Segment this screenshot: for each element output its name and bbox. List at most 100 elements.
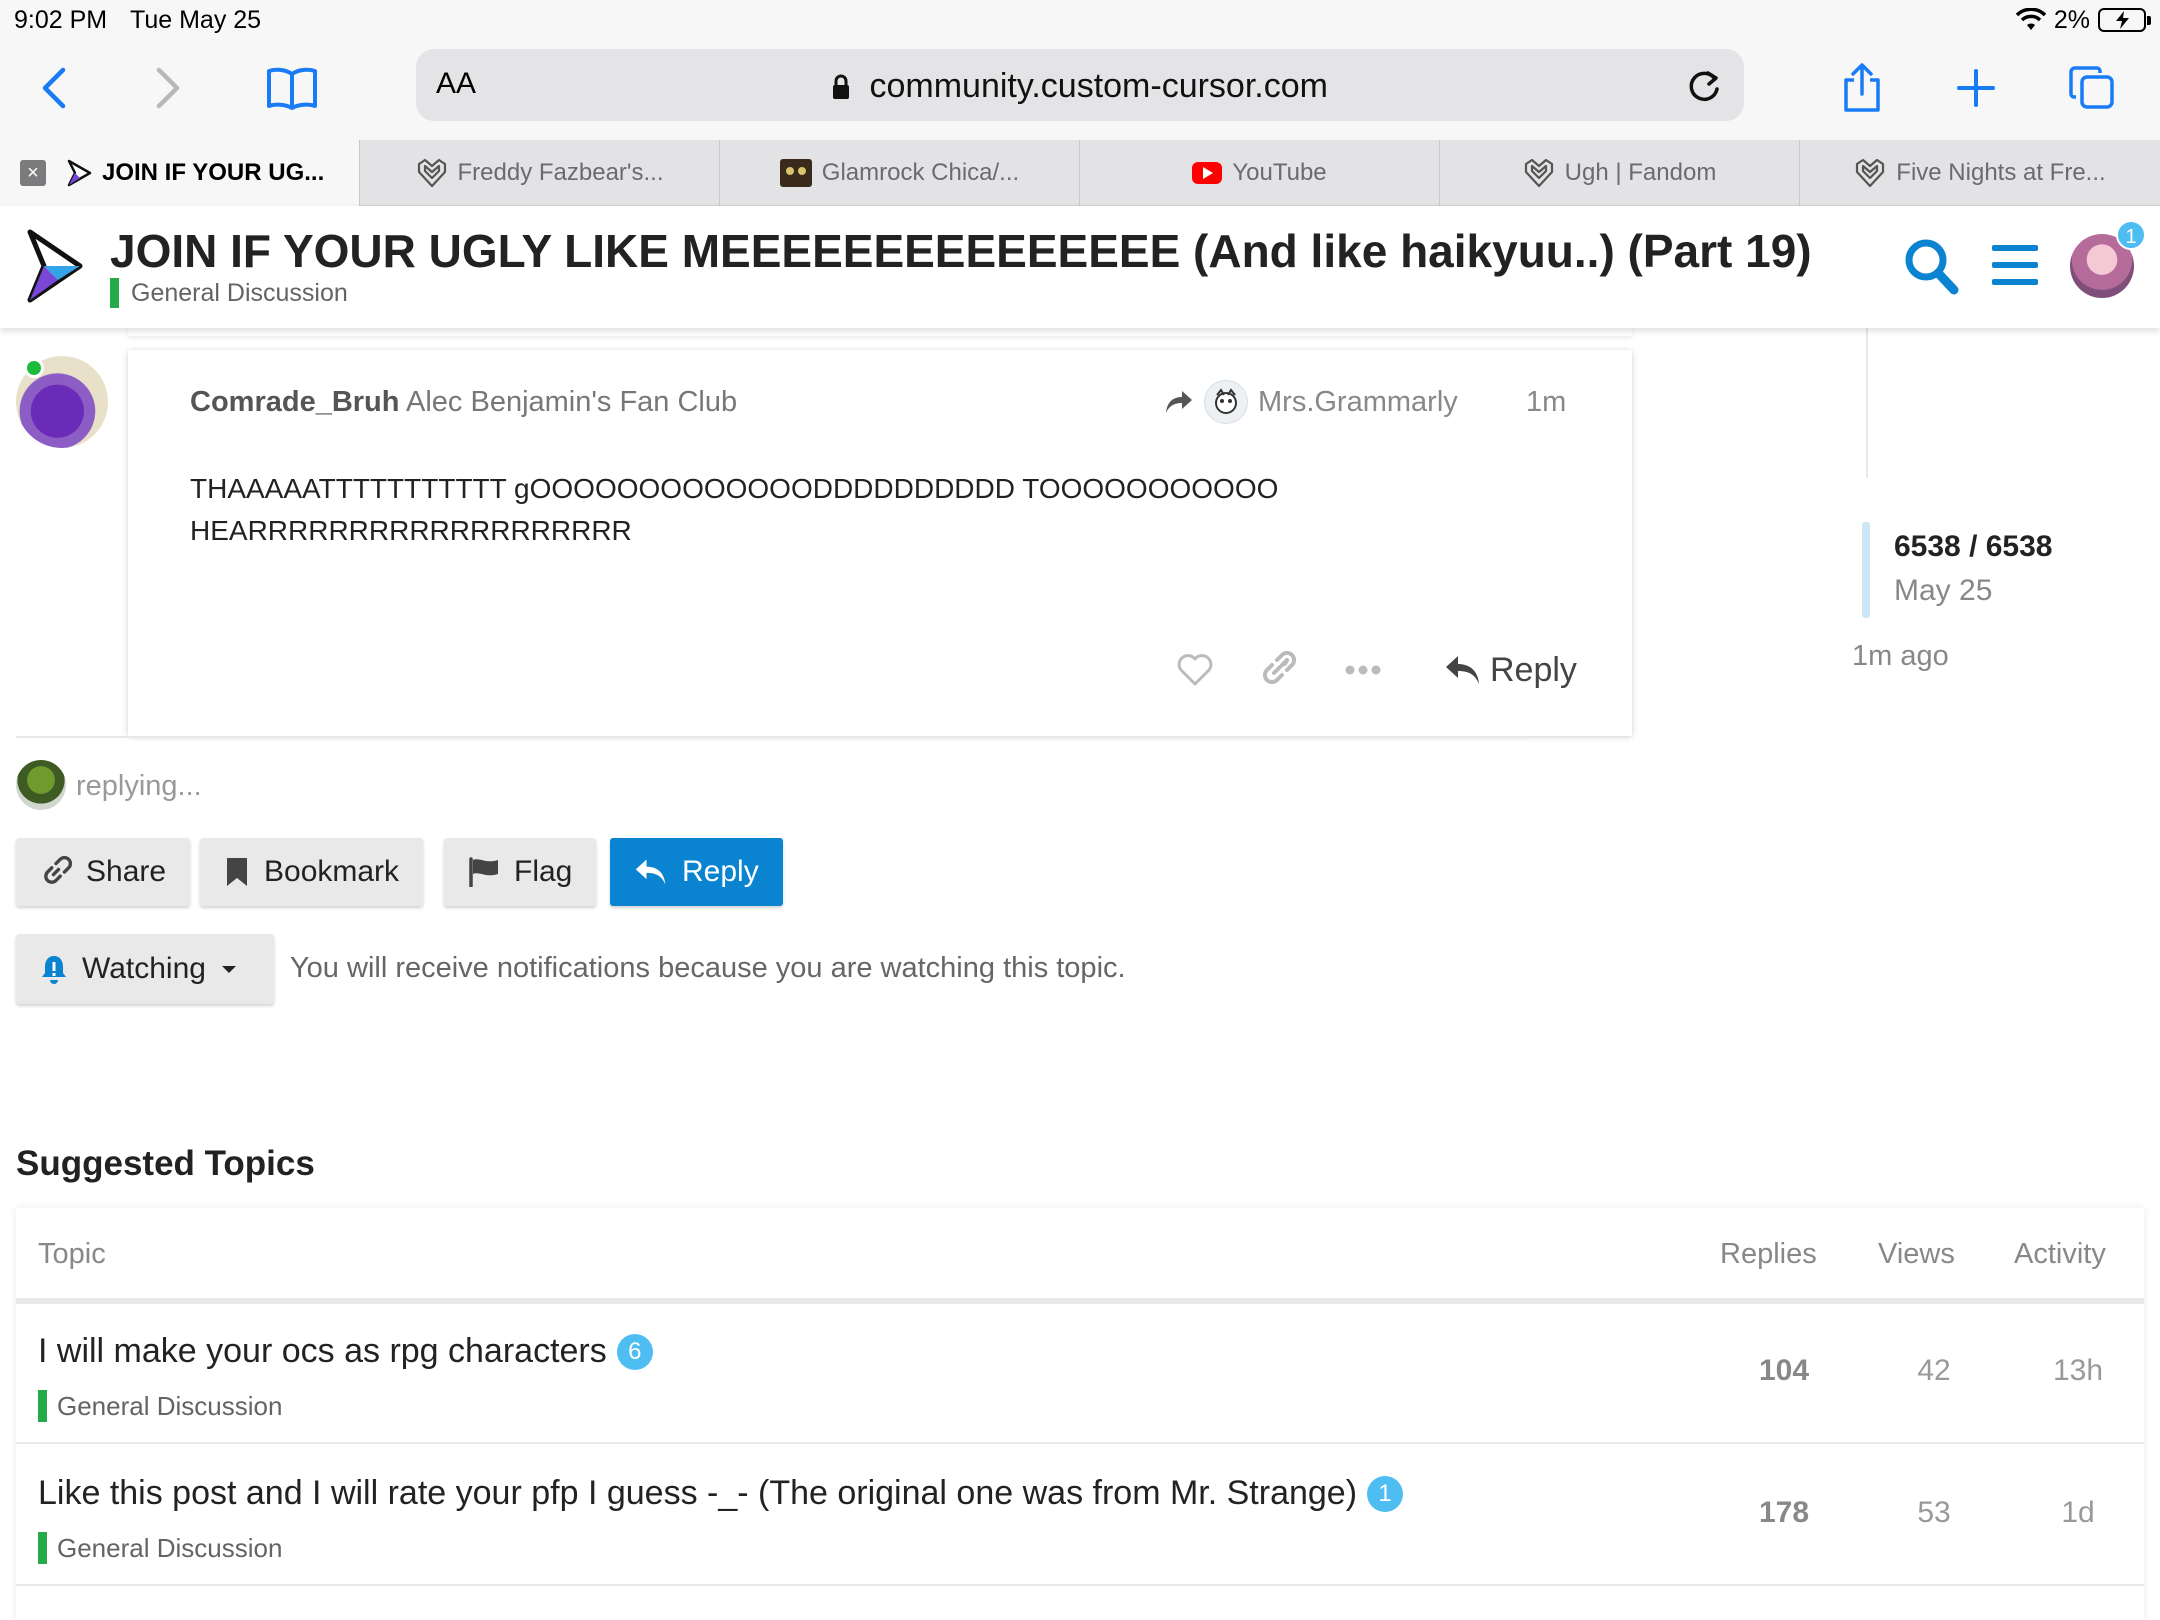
topic-row: Like this post and I will rate your pfp …	[16, 1446, 2144, 1586]
tab-youtube[interactable]: YouTube	[1080, 140, 1440, 206]
ellipsis-icon	[1345, 665, 1381, 675]
battery-percent: 2%	[2053, 5, 2090, 34]
tab-label: YouTube	[1232, 159, 1327, 186]
timeline-track	[1866, 328, 1868, 478]
post-reply-button[interactable]: Reply	[1444, 640, 1577, 700]
post-divider	[16, 736, 1531, 738]
flag-button[interactable]: Flag	[444, 838, 597, 906]
status-right: 2%	[2015, 4, 2151, 36]
notification-reason: You will receive notifications because y…	[290, 952, 1126, 984]
topic-title-text: Like this post and I will rate your pfp …	[38, 1474, 1358, 1512]
topic-link[interactable]: Like this post and I will rate your pfp …	[38, 1474, 1404, 1513]
address-bar[interactable]: AA community.custom-cursor.com	[416, 49, 1744, 121]
topic-reply-button[interactable]: Reply	[610, 838, 783, 906]
column-header-views[interactable]: Views	[1878, 1238, 1955, 1271]
tab-strip: × JOIN IF YOUR UG... Freddy Fazbear's...…	[0, 140, 2160, 206]
tab-freddy-fazbear[interactable]: Freddy Fazbear's...	[360, 140, 720, 206]
reload-icon[interactable]	[1684, 65, 1724, 105]
topic-category[interactable]: General Discussion	[38, 1532, 282, 1564]
bell-warning-icon	[42, 956, 66, 984]
new-tab-plus-icon[interactable]	[1946, 58, 2006, 118]
link-icon	[44, 856, 72, 884]
topic-views: 42	[1917, 1354, 1951, 1387]
notification-level-dropdown[interactable]: Watching	[16, 934, 274, 1004]
status-time: 9:02 PM	[14, 6, 108, 34]
post-user-flair: Alec Benjamin's Fan Club	[406, 386, 738, 418]
site-logo-icon[interactable]	[24, 228, 84, 304]
back-chevron-icon[interactable]	[24, 58, 84, 118]
battery-charging-icon	[2098, 8, 2151, 32]
flag-label: Flag	[514, 855, 573, 888]
topic-title[interactable]: JOIN IF YOUR UGLY LIKE MEEEEEEEEEEEEEEE …	[110, 224, 1812, 278]
tab-ugh-fandom[interactable]: Ugh | Fandom	[1440, 140, 1800, 206]
timeline-handle[interactable]	[1862, 522, 1870, 618]
tab-label: Freddy Fazbear's...	[457, 159, 664, 186]
topic-category[interactable]: General Discussion	[110, 278, 348, 308]
timeline-last-activity[interactable]: 1m ago	[1852, 640, 1949, 673]
share-icon[interactable]	[1832, 58, 1892, 118]
heart-icon	[1177, 654, 1213, 686]
copy-link-button[interactable]	[1258, 640, 1296, 700]
bookmarks-book-icon[interactable]	[262, 58, 322, 118]
forward-chevron-icon[interactable]	[138, 58, 198, 118]
tab-label: Five Nights at Fre...	[1896, 159, 2106, 186]
timeline-date: May 25	[1894, 574, 1993, 607]
topic-link[interactable]: I will make your ocs as rpg characters 6	[38, 1332, 653, 1371]
image-favicon-icon	[779, 159, 812, 187]
column-header-topic: Topic	[38, 1238, 106, 1270]
tabs-overview-icon[interactable]	[2062, 58, 2122, 118]
fandom-heart-icon	[1856, 158, 1885, 188]
fandom-heart-icon	[417, 158, 446, 188]
custom-cursor-logo-icon	[67, 159, 92, 187]
post-time[interactable]: 1m	[1526, 386, 1566, 419]
youtube-icon	[1192, 162, 1223, 184]
topic-views: 53	[1917, 1496, 1951, 1529]
wifi-icon	[2015, 8, 2046, 30]
post-card: Comrade_Bruh Alec Benjamin's Fan Club Mr…	[128, 350, 1632, 736]
post-body-line: THAAAAATTTTTTTTTTT gOOOOOOOOOOOOODDDDDDD…	[190, 473, 1279, 504]
url-display[interactable]: community.custom-cursor.com	[416, 67, 1744, 106]
replying-indicator: replying...	[76, 770, 202, 802]
reply-to-arrow-icon	[1166, 391, 1192, 413]
unread-count-badge[interactable]: 1	[1367, 1475, 1404, 1512]
unread-count-badge[interactable]: 6	[616, 1333, 653, 1370]
topic-title-text: I will make your ocs as rpg characters	[38, 1332, 607, 1370]
search-icon[interactable]	[1902, 236, 1960, 296]
bookmark-button[interactable]: Bookmark	[200, 838, 424, 906]
reply-to-tab[interactable]: Mrs.Grammarly	[1164, 380, 1458, 424]
timeline-post-count: 6538 / 6538	[1894, 530, 2053, 563]
more-actions-button[interactable]	[1344, 640, 1382, 700]
status-bar: 9:02 PM Tue May 25 2%	[0, 0, 2160, 40]
reply-label: Reply	[682, 855, 759, 888]
column-header-replies[interactable]: Replies	[1720, 1238, 1817, 1271]
tab-join-if-your-ugly[interactable]: × JOIN IF YOUR UG...	[0, 140, 360, 206]
lock-icon	[833, 74, 850, 99]
column-header-activity[interactable]: Activity	[2014, 1238, 2106, 1271]
close-tab-icon[interactable]: ×	[20, 160, 46, 186]
tab-label: Glamrock Chica/...	[821, 159, 1020, 186]
url-text: community.custom-cursor.com	[869, 67, 1328, 105]
link-icon	[1262, 651, 1296, 685]
reply-to-avatar	[1204, 380, 1248, 424]
site-header: JOIN IF YOUR UGLY LIKE MEEEEEEEEEEEEEEE …	[0, 206, 2160, 328]
fandom-heart-icon	[1524, 158, 1553, 188]
tab-five-nights[interactable]: Five Nights at Fre...	[1800, 140, 2160, 206]
share-button[interactable]: Share	[16, 838, 191, 906]
topic-activity[interactable]: 1d	[2008, 1496, 2148, 1530]
topic-category[interactable]: General Discussion	[38, 1390, 282, 1422]
reply-label: Reply	[1490, 650, 1577, 689]
tab-label: Ugh | Fandom	[1564, 159, 1717, 186]
reply-arrow-icon	[635, 859, 666, 885]
topic-activity[interactable]: 13h	[2008, 1354, 2148, 1388]
tab-glamrock-chica[interactable]: Glamrock Chica/...	[720, 140, 1080, 206]
hamburger-menu-icon[interactable]	[1990, 242, 2040, 288]
bookmark-icon	[227, 858, 247, 886]
reply-arrow-icon	[1446, 656, 1479, 684]
like-button[interactable]	[1176, 640, 1214, 700]
online-indicator	[24, 358, 44, 378]
post-username[interactable]: Comrade_Bruh	[190, 386, 400, 419]
notification-badge[interactable]: 1	[2116, 220, 2146, 250]
post-body-line: HEARRRRRRRRRRRRRRRRRRR	[190, 515, 632, 546]
status-date: Tue May 25	[130, 6, 262, 34]
topic-replies: 178	[1758, 1496, 1810, 1529]
